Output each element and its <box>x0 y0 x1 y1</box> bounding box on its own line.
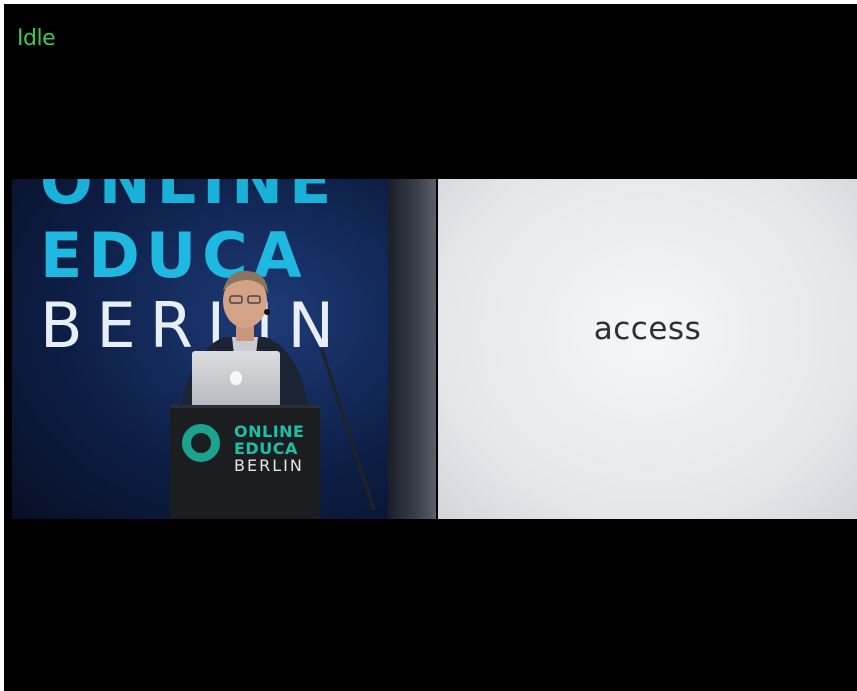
podium-line-berlin: BERLIN <box>234 456 304 475</box>
podium: ONLINE EDUCA BERLIN <box>170 405 320 519</box>
banner-line-online: ONLINE <box>40 179 338 218</box>
slide-text: access <box>593 311 702 347</box>
apple-logo-icon <box>230 371 242 385</box>
stage-backdrop <box>388 179 436 519</box>
microphone-stand <box>320 348 376 511</box>
player-window: Idle ONLINE EDUCA BERLIN ONLINE EDUCA BE… <box>4 4 857 691</box>
laptop <box>192 351 280 407</box>
podium-logo-icon <box>182 424 220 462</box>
speaker-video-panel[interactable]: ONLINE EDUCA BERLIN ONLINE EDUCA BERLIN <box>12 179 436 519</box>
presentation-slide-panel[interactable]: access <box>438 179 857 519</box>
status-label: Idle <box>17 26 56 51</box>
